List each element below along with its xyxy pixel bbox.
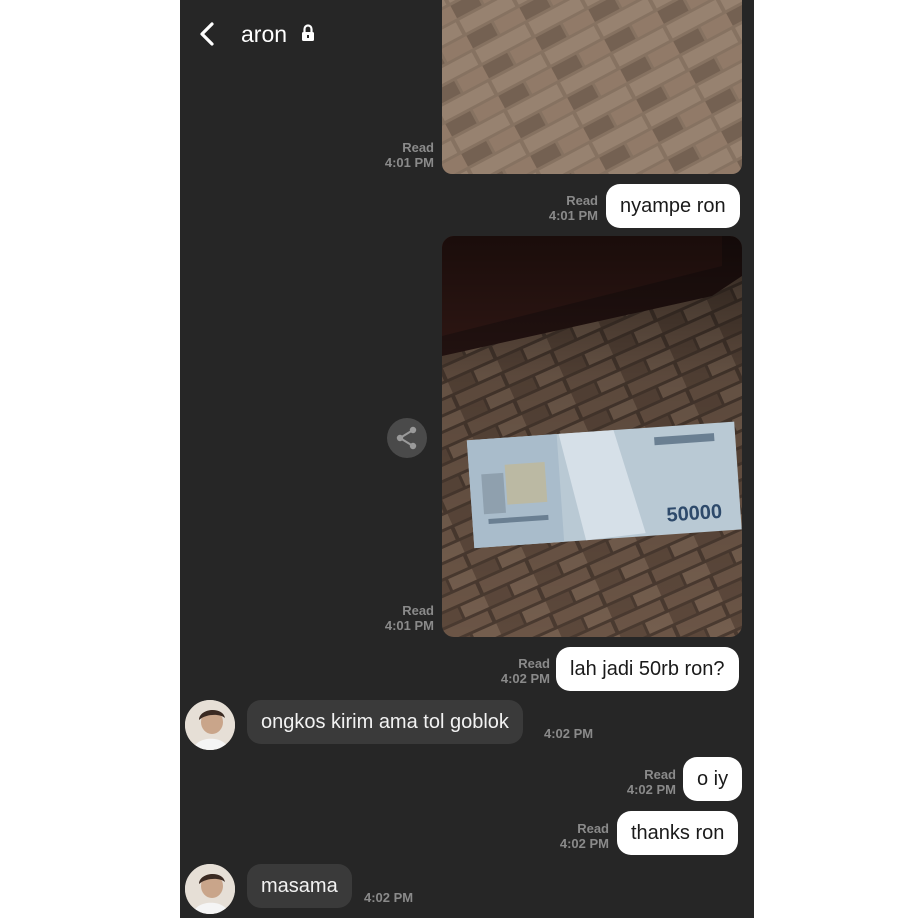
read-status: Read xyxy=(566,193,598,208)
read-status: Read xyxy=(402,603,434,618)
message-time: 4:01 PM xyxy=(548,208,598,223)
message-time: 4:02 PM xyxy=(364,890,414,905)
message-meta: Read 4:01 PM xyxy=(370,140,434,170)
avatar-image xyxy=(185,700,235,750)
message-image-banknote[interactable]: 50000 xyxy=(442,236,742,637)
message-bubble-outgoing[interactable]: thanks ron xyxy=(617,811,739,855)
chevron-left-icon[interactable] xyxy=(196,20,220,48)
read-status: Read xyxy=(644,767,676,782)
message-time: 4:01 PM xyxy=(384,618,434,633)
message-bubble-outgoing[interactable]: nyampe ron xyxy=(606,184,740,228)
message-bubble-incoming[interactable]: ongkos kirim ama tol goblok xyxy=(247,700,523,744)
message-meta: Read 4:01 PM xyxy=(370,603,434,633)
banknote-photo: 50000 xyxy=(442,236,742,637)
message-bubble-outgoing[interactable]: o iy xyxy=(683,757,743,801)
brick-wall-photo xyxy=(442,0,742,174)
message-time: 4:01 PM xyxy=(384,155,434,170)
chat-screen: aron Read 4:01 PM Read 4:01 PM nyampe ro… xyxy=(180,0,754,918)
message-time: 4:02 PM xyxy=(544,726,594,741)
share-button[interactable] xyxy=(387,418,427,458)
banknote-value: 50000 xyxy=(666,501,723,527)
message-meta: Read 4:01 PM xyxy=(534,193,598,223)
message-time: 4:02 PM xyxy=(500,671,550,686)
contact-name[interactable]: aron xyxy=(241,20,287,48)
message-meta: Read 4:02 PM xyxy=(545,821,609,851)
share-icon xyxy=(396,426,417,450)
avatar[interactable] xyxy=(185,864,235,914)
message-bubble-outgoing[interactable]: lah jadi 50rb ron? xyxy=(556,647,739,691)
message-meta: Read 4:02 PM xyxy=(486,656,550,686)
read-status: Read xyxy=(577,821,609,836)
message-meta: Read 4:02 PM xyxy=(612,767,676,797)
message-time: 4:02 PM xyxy=(626,782,676,797)
banknote: 50000 xyxy=(466,421,742,549)
read-status: Read xyxy=(402,140,434,155)
message-image-brick-wall[interactable] xyxy=(442,0,742,174)
message-time: 4:02 PM xyxy=(559,836,609,851)
avatar-image xyxy=(185,864,235,914)
lock-icon xyxy=(302,24,314,41)
message-bubble-incoming[interactable]: masama xyxy=(247,864,352,908)
avatar[interactable] xyxy=(185,700,235,750)
read-status: Read xyxy=(518,656,550,671)
